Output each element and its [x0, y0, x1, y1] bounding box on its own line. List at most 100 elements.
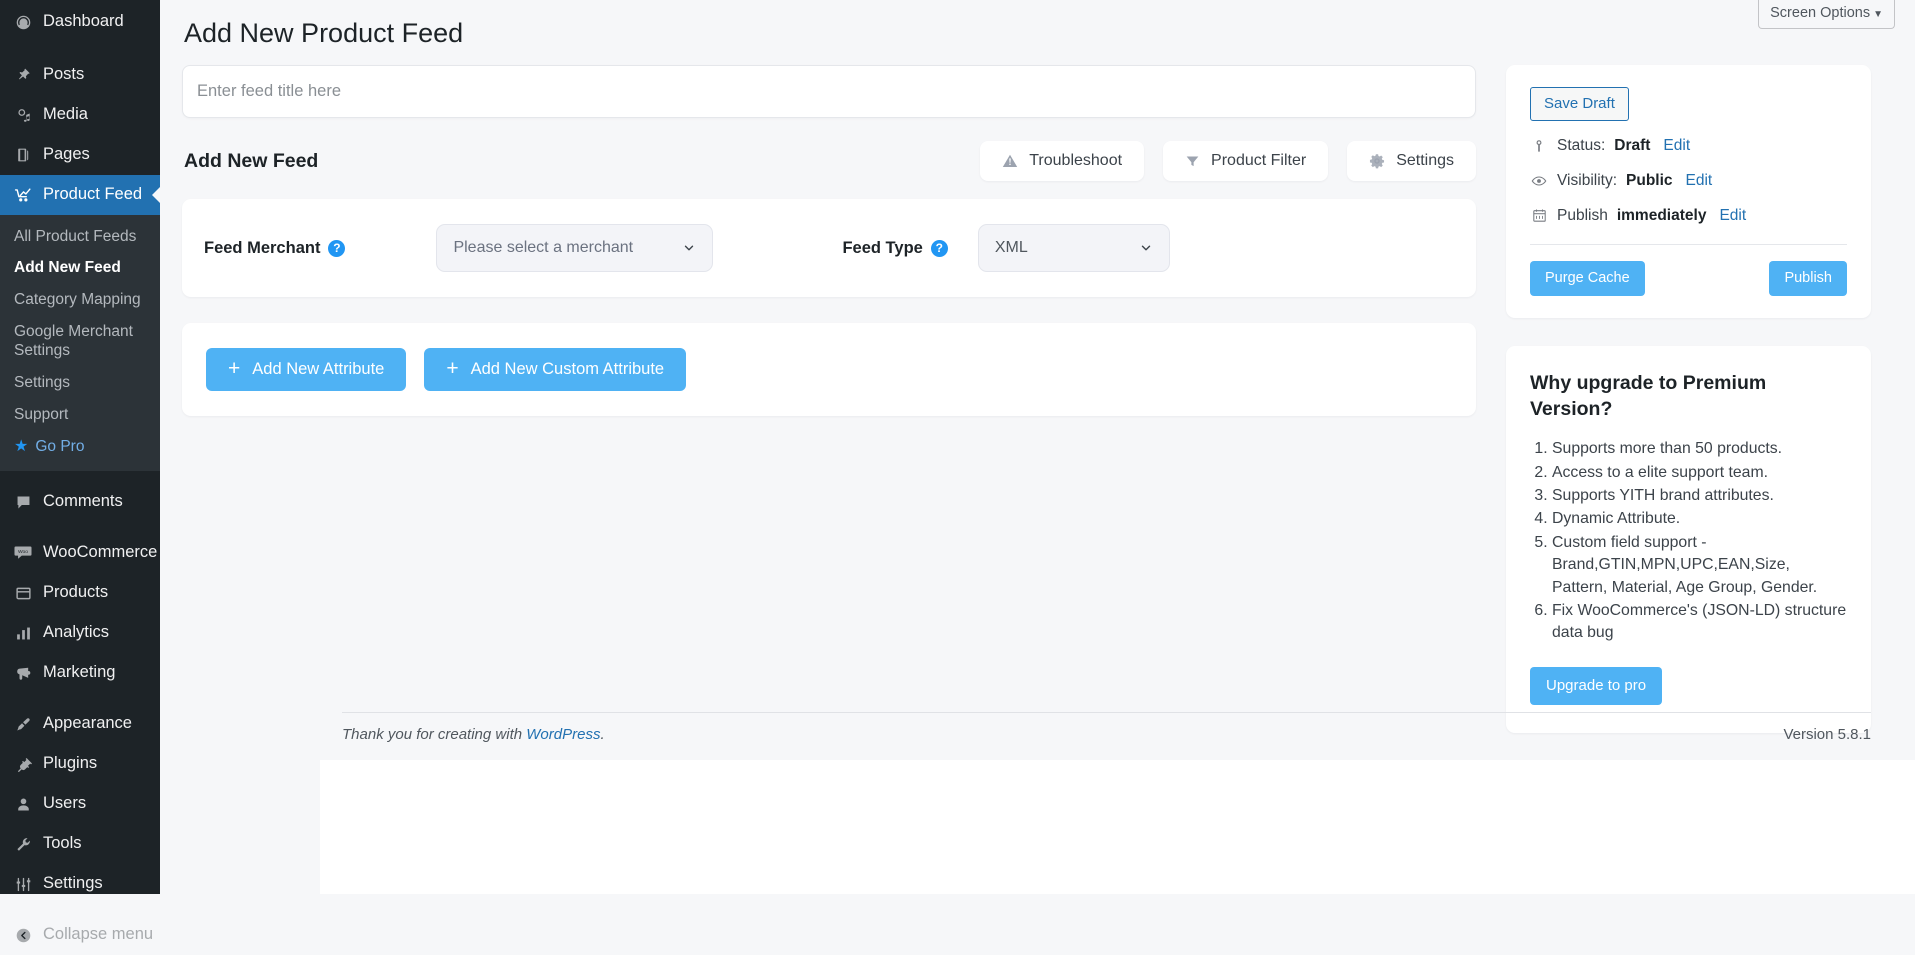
- woocommerce-icon: Woo: [12, 542, 34, 564]
- sidebar-separator: [0, 471, 160, 482]
- plus-icon: +: [228, 357, 241, 381]
- save-draft-button[interactable]: Save Draft: [1530, 87, 1629, 121]
- list-item: Access to a elite support team.: [1552, 462, 1847, 484]
- submenu-item-add-new-feed[interactable]: Add New Feed: [0, 253, 160, 285]
- dashboard-icon: [12, 11, 34, 33]
- sidebar-item-label: Appearance: [43, 714, 132, 733]
- sidebar-item-label: Comments: [43, 492, 123, 511]
- publish-actions: Purge Cache Publish: [1530, 261, 1847, 297]
- sidebar-item-posts[interactable]: Posts: [0, 55, 160, 95]
- status-prefix: Status:: [1557, 136, 1606, 154]
- status-edit-link[interactable]: Edit: [1663, 136, 1690, 156]
- sidebar-separator: [0, 44, 160, 55]
- sidebar-item-label: Users: [43, 794, 87, 813]
- settings-label: Settings: [1396, 152, 1454, 170]
- sidebar-item-product-feed[interactable]: Product Feed: [0, 175, 160, 215]
- submenu-item-google-merchant-settings[interactable]: Google Merchant Settings: [0, 317, 160, 368]
- filter-icon: [1185, 154, 1200, 169]
- publish-time-edit-link[interactable]: Edit: [1719, 206, 1746, 226]
- pages-icon: [12, 144, 34, 166]
- publish-button[interactable]: Publish: [1769, 261, 1847, 297]
- feed-title-input[interactable]: [182, 65, 1476, 119]
- secondary-column: Save Draft Status: Draft Edit Visibility…: [1506, 65, 1871, 733]
- admin-screen: Dashboard Posts Media Pages Product Feed…: [0, 0, 1915, 943]
- publish-time-row: Publish immediately Edit: [1530, 206, 1847, 226]
- footer-credit-prefix: Thank you for creating with: [342, 726, 527, 743]
- sidebar-item-label: Plugins: [43, 754, 98, 773]
- publish-box: Save Draft Status: Draft Edit Visibility…: [1506, 65, 1871, 319]
- premium-benefits-list: Supports more than 50 products. Access t…: [1530, 438, 1847, 645]
- purge-cache-button[interactable]: Purge Cache: [1530, 261, 1645, 297]
- sidebar-group-system: Appearance Plugins Users Tools Settings: [0, 704, 160, 904]
- sidebar-item-label: Settings: [43, 874, 103, 893]
- megaphone-icon: [12, 662, 34, 684]
- footer-version: Version 5.8.1: [1783, 726, 1871, 743]
- pin-icon: [12, 64, 34, 86]
- feed-merchant-label-text: Feed Merchant: [204, 238, 321, 257]
- premium-title: Why upgrade to Premium Version?: [1530, 372, 1767, 420]
- feed-type-label: Feed Type ?: [842, 238, 948, 258]
- analytics-icon: [12, 622, 34, 644]
- calendar-icon: [1530, 208, 1548, 223]
- submenu-item-category-mapping[interactable]: Category Mapping: [0, 285, 160, 317]
- chevron-down-icon: [1139, 241, 1153, 255]
- footer-credit-suffix: .: [600, 726, 605, 743]
- gear-icon: [1369, 153, 1385, 169]
- sidebar-item-products[interactable]: Products: [0, 573, 160, 613]
- main-content: Screen Options▼ Add New Product Feed Add…: [160, 0, 1915, 894]
- warning-triangle-icon: [1002, 153, 1018, 169]
- feed-type-select[interactable]: XML: [977, 224, 1170, 273]
- eye-icon: [1530, 173, 1548, 189]
- sidebar-item-plugins[interactable]: Plugins: [0, 744, 160, 784]
- star-icon: ★: [14, 438, 29, 456]
- add-new-attribute-label: Add New Attribute: [252, 360, 385, 379]
- page-background-filler: [320, 760, 1915, 894]
- feed-type-label-text: Feed Type: [842, 238, 923, 257]
- visibility-prefix: Visibility:: [1557, 171, 1618, 189]
- add-new-custom-attribute-button[interactable]: + Add New Custom Attribute: [424, 348, 687, 392]
- product-filter-button[interactable]: Product Filter: [1163, 141, 1329, 182]
- submenu-item-all-product-feeds[interactable]: All Product Feeds: [0, 221, 160, 253]
- sidebar-item-pages[interactable]: Pages: [0, 135, 160, 175]
- submenu-item-settings[interactable]: Settings: [0, 368, 160, 400]
- sidebar-item-appearance[interactable]: Appearance: [0, 704, 160, 744]
- attributes-card: + Add New Attribute + Add New Custom Att…: [182, 323, 1476, 417]
- sidebar-item-comments[interactable]: Comments: [0, 482, 160, 522]
- upgrade-to-pro-button[interactable]: Upgrade to pro: [1530, 666, 1663, 705]
- sidebar-item-settings[interactable]: Settings: [0, 864, 160, 904]
- primary-column: Add New Feed Troubleshoot: [182, 65, 1476, 417]
- sidebar-item-analytics[interactable]: Analytics: [0, 613, 160, 653]
- sidebar-item-dashboard[interactable]: Dashboard: [0, 0, 160, 44]
- sliders-icon: [12, 873, 34, 895]
- media-icon: [12, 104, 34, 126]
- wordpress-link[interactable]: WordPress: [526, 726, 600, 743]
- troubleshoot-button[interactable]: Troubleshoot: [980, 141, 1145, 182]
- sidebar-item-media[interactable]: Media: [0, 95, 160, 135]
- submenu-item-support[interactable]: Support: [0, 399, 160, 431]
- status-value: Draft: [1614, 136, 1651, 154]
- comment-icon: [12, 491, 34, 513]
- help-icon[interactable]: ?: [930, 239, 948, 257]
- help-icon[interactable]: ?: [328, 239, 346, 257]
- sidebar-item-collapse-menu[interactable]: Collapse menu: [0, 915, 160, 955]
- visibility-row: Visibility: Public Edit: [1530, 171, 1847, 191]
- pin-icon: [1530, 139, 1548, 153]
- publish-prefix: Publish: [1557, 206, 1608, 224]
- sidebar-item-marketing[interactable]: Marketing: [0, 653, 160, 693]
- troubleshoot-label: Troubleshoot: [1029, 152, 1123, 170]
- settings-button[interactable]: Settings: [1347, 141, 1476, 182]
- sidebar-item-woocommerce[interactable]: Woo WooCommerce: [0, 533, 160, 573]
- submenu-item-go-pro[interactable]: ★ Go Pro: [0, 431, 160, 463]
- sidebar-item-tools[interactable]: Tools: [0, 824, 160, 864]
- admin-sidebar: Dashboard Posts Media Pages Product Feed…: [0, 0, 160, 943]
- add-new-attribute-button[interactable]: + Add New Attribute: [206, 348, 407, 392]
- feed-merchant-value: Please select a merchant: [453, 239, 634, 257]
- sidebar-item-users[interactable]: Users: [0, 784, 160, 824]
- sidebar-group-comments: Comments: [0, 482, 160, 522]
- section-toolbar: Add New Feed Troubleshoot Product Filter…: [182, 141, 1476, 182]
- sidebar-separator: [0, 693, 160, 704]
- feed-merchant-select[interactable]: Please select a merchant: [436, 224, 714, 273]
- columns-layout: Add New Feed Troubleshoot: [182, 65, 1871, 733]
- feed-type-field: Feed Type ? XML: [842, 224, 1170, 273]
- visibility-edit-link[interactable]: Edit: [1686, 171, 1713, 191]
